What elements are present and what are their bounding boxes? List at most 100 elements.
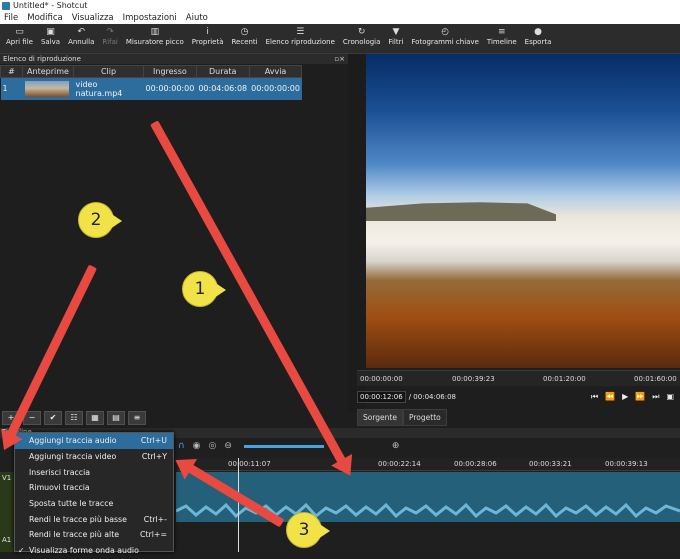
total-duration: / 00:04:06:08 xyxy=(408,393,457,401)
timeline-toolbar: ∩ ◉ ◎ ⊖ ⊕ xyxy=(178,439,399,453)
col-start[interactable]: Avvia xyxy=(248,65,303,78)
export-button[interactable]: ● Esporta xyxy=(521,24,556,46)
menu-item-add-audio-track[interactable]: Aggiungi traccia audio Ctrl+U xyxy=(15,433,173,449)
panel-float-close-icon[interactable]: ▫× xyxy=(334,55,345,63)
menu-item-move-all-tracks[interactable]: Sposta tutte le tracce xyxy=(15,496,173,512)
player-ruler[interactable]: 00:00:00:00 00:00:39:23 00:01:20:00 00:0… xyxy=(357,370,680,386)
row-start: 00:00:00:00 xyxy=(249,77,302,100)
tab-source[interactable]: Sorgente xyxy=(357,409,403,426)
undo-button[interactable]: ↶ Annulla xyxy=(64,24,98,46)
video-preview xyxy=(366,54,680,368)
skip-start-icon[interactable]: ⏮ xyxy=(591,392,598,402)
transport-bar: 00:00:12:06 / 00:04:06:08 ⏮ ⏪ ▶ ⏩ ⏭ ▣ xyxy=(357,389,680,405)
keyframe-icon: ◴ xyxy=(441,27,450,37)
col-number[interactable]: # xyxy=(0,65,23,78)
landscape-ridge xyxy=(366,202,556,221)
timeline-button[interactable]: ≡ Timeline xyxy=(483,24,521,46)
playlist-menu-icon[interactable]: ≡ xyxy=(128,411,146,425)
menu-item-tracks-taller[interactable]: Rendi le tracce più alte Ctrl+= xyxy=(15,527,173,543)
title-bar: Untitled* - Shotcut xyxy=(0,0,680,11)
playlist-table: # Anteprime Clip Ingresso Durata Avvia 1… xyxy=(0,65,303,100)
annotation-badge-3: 3 xyxy=(286,512,330,548)
fullscreen-icon[interactable]: ▣ xyxy=(666,392,674,402)
save-icon: ▣ xyxy=(46,27,55,37)
checkmark-icon: ✓ xyxy=(18,546,25,556)
playhead[interactable] xyxy=(238,458,239,552)
details-view-icon[interactable]: ☷ xyxy=(65,411,83,425)
menu-impostazioni[interactable]: Impostazioni xyxy=(123,13,177,23)
zoom-in-icon[interactable]: ⊕ xyxy=(392,441,400,451)
row-thumbnail xyxy=(22,77,74,100)
playlist-header-row: # Anteprime Clip Ingresso Durata Avvia xyxy=(0,65,303,78)
export-icon: ● xyxy=(534,27,542,37)
annotation-badge-2: 2 xyxy=(78,202,122,238)
ruler-tick-label: 00:00:39:13 xyxy=(605,460,648,468)
main-toolbar: ▭ Apri file ▣ Salva ↶ Annulla ↷ Rifai ▥ Misur… xyxy=(0,24,680,54)
playlist-title: Elenco di riproduzione xyxy=(3,55,81,63)
peak-meter-button[interactable]: ▥ Misuratore picco xyxy=(122,24,188,46)
menu-modifica[interactable]: Modifica xyxy=(27,13,63,23)
row-duration: 00:04:06:08 xyxy=(196,77,250,100)
redo-button[interactable]: ↷ Rifai xyxy=(98,24,122,46)
update-check-icon[interactable]: ✔ xyxy=(44,411,62,425)
tiles-view-icon[interactable]: ▦ xyxy=(86,411,104,425)
zoom-out-icon[interactable]: ⊖ xyxy=(224,441,232,451)
playlist-header: Elenco di riproduzione ▫× xyxy=(0,54,348,64)
filter-icon: ▼ xyxy=(392,27,400,37)
menu-item-tracks-shorter[interactable]: Rendi le tracce più basse Ctrl+- xyxy=(15,511,173,527)
menu-item-insert-track[interactable]: Inserisci traccia xyxy=(15,464,173,480)
icons-view-icon[interactable]: ▤ xyxy=(107,411,125,425)
open-file-button[interactable]: ▭ Apri file xyxy=(2,24,37,46)
panel-splitter[interactable] xyxy=(348,54,366,412)
row-in: 00:00:00:00 xyxy=(143,77,197,100)
annotation-badge-1: 1 xyxy=(182,271,226,307)
fast-forward-icon[interactable]: ⏩ xyxy=(635,392,645,402)
save-button[interactable]: ▣ Salva xyxy=(37,24,64,46)
current-timecode[interactable]: 00:00:12:06 xyxy=(357,391,406,403)
clip-thumbnail xyxy=(24,80,69,97)
rewind-icon[interactable]: ⏪ xyxy=(605,392,615,402)
menu-item-show-waveforms[interactable]: ✓ Visualizza forme onda audio xyxy=(15,543,173,559)
ruler-tick-label: 00:00:39:23 xyxy=(452,375,495,383)
history-button[interactable]: ↻ Cronologia xyxy=(339,24,385,46)
ripple-icon[interactable]: ◎ xyxy=(208,441,216,451)
play-icon[interactable]: ▶ xyxy=(622,392,628,402)
history-icon: ↻ xyxy=(357,27,366,37)
col-in[interactable]: Ingresso xyxy=(143,65,197,78)
recent-button[interactable]: ◷ Recenti xyxy=(227,24,261,46)
redo-icon: ↷ xyxy=(106,27,114,37)
playlist-button[interactable]: ☰ Elenco riproduzione xyxy=(262,24,339,46)
ruler-tick-label: 00:00:33:21 xyxy=(529,460,572,468)
player-tabs: Sorgente Progetto xyxy=(357,409,447,426)
ruler-tick-label: 00:01:60:00 xyxy=(634,375,677,383)
keyframes-button[interactable]: ◴ Fotogrammi chiave xyxy=(407,24,482,46)
ruler-tick-label: 00:00:22:14 xyxy=(378,460,421,468)
playlist-row[interactable]: 1 video natura.mp4 00:00:00:00 00:04:06:… xyxy=(0,77,302,100)
col-duration[interactable]: Durata xyxy=(195,65,250,78)
tab-project[interactable]: Progetto xyxy=(402,409,447,426)
menu-item-remove-track[interactable]: Rimuovi traccia xyxy=(15,480,173,496)
row-clip: video natura.mp4 xyxy=(73,77,144,100)
skip-end-icon[interactable]: ⏭ xyxy=(652,392,659,402)
zoom-slider[interactable] xyxy=(243,444,324,448)
col-thumbnails[interactable]: Anteprime xyxy=(22,65,74,78)
menu-file[interactable]: File xyxy=(4,13,18,23)
menu-visualizza[interactable]: Visualizza xyxy=(72,13,114,23)
ruler-tick-label: 00:00:00:00 xyxy=(360,375,403,383)
list-icon: ☰ xyxy=(296,27,305,37)
transport-buttons: ⏮ ⏪ ▶ ⏩ ⏭ ▣ xyxy=(591,392,680,402)
scrub-eye-icon[interactable]: ◉ xyxy=(193,441,201,451)
menu-item-add-video-track[interactable]: Aggiungi traccia video Ctrl+Y xyxy=(15,449,173,465)
ruler-tick-label: 00:00:11:07 xyxy=(228,460,271,468)
timeline-icon: ≡ xyxy=(498,27,506,37)
menu-aiuto[interactable]: Aiuto xyxy=(186,13,208,23)
timeline-ruler[interactable]: 00:00:11:07 00:00:22:14 00:00:28:06 00:0… xyxy=(178,458,680,471)
menu-bar: File Modifica Visualizza Impostazioni Ai… xyxy=(0,11,680,24)
peak-meter-icon: ▥ xyxy=(150,27,160,37)
filters-button[interactable]: ▼ Filtri xyxy=(384,24,407,46)
folder-icon: ▭ xyxy=(15,27,24,37)
col-clip[interactable]: Clip xyxy=(73,65,144,78)
properties-button[interactable]: i Proprietà xyxy=(188,24,228,46)
ruler-tick-label: 00:01:20:00 xyxy=(543,375,586,383)
clock-icon: ◷ xyxy=(240,27,249,37)
